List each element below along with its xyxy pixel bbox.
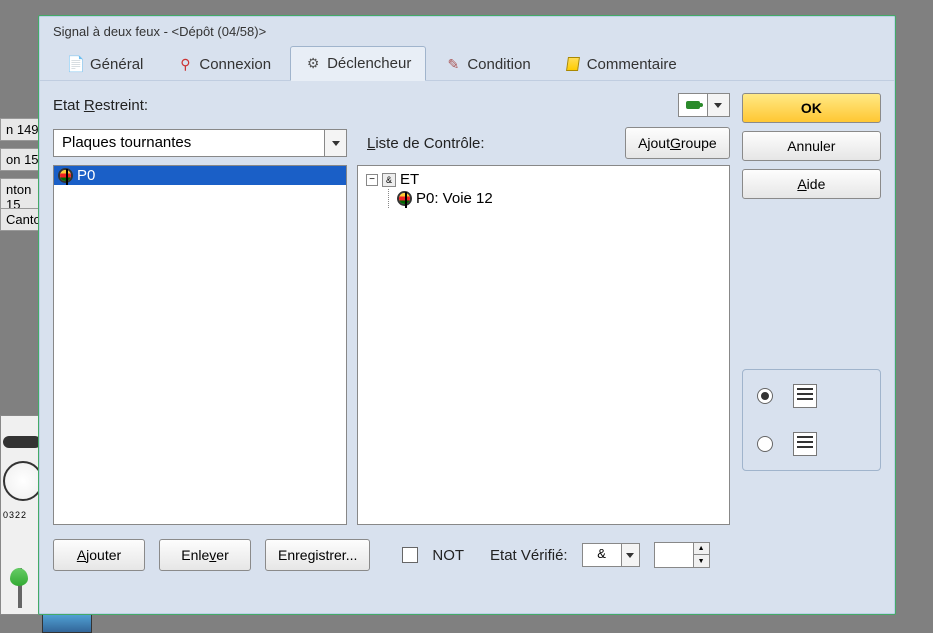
spinner-field[interactable] <box>655 543 693 567</box>
ok-button[interactable]: OK <box>742 93 881 123</box>
combo-value: Plaques tournantes <box>53 129 325 157</box>
flag-icon <box>565 56 581 72</box>
condition-icon: ✎ <box>445 56 461 72</box>
aide-button[interactable]: Aide <box>742 169 881 199</box>
spinner-up-icon[interactable]: ▲ <box>693 543 709 555</box>
tab-label: Général <box>90 56 143 73</box>
enlever-button[interactable]: Enlever <box>159 539 251 571</box>
and-operator-icon: & <box>382 173 396 187</box>
dropdown-arrow-icon[interactable] <box>622 543 640 567</box>
tab-bar: 📄 Général ⚲ Connexion ⚙ Déclencheur ✎ Co… <box>39 45 895 81</box>
plug-icon: ⚲ <box>177 56 193 72</box>
gear-icon: ⚙ <box>305 56 321 72</box>
dialog-title: Signal à deux feux - <Dépôt (04/58)> <box>39 16 895 45</box>
etat-restreint-label: Etat Restreint: <box>53 97 148 114</box>
spinner-down-icon[interactable]: ▼ <box>693 555 709 567</box>
turntable-icon <box>58 168 73 183</box>
tab-label: Commentaire <box>587 56 677 73</box>
not-label: NOT <box>432 547 464 564</box>
signal-dialog: Signal à deux feux - <Dépôt (04/58)> 📄 G… <box>38 15 896 615</box>
multi-list-icon <box>793 432 817 456</box>
tree-child-node[interactable]: P0: Voie 12 <box>397 189 721 208</box>
annuler-button[interactable]: Annuler <box>742 131 881 161</box>
tree-node-label: ET <box>400 171 419 188</box>
value-spinner[interactable]: ▲ ▼ <box>654 542 710 568</box>
category-combo[interactable]: Plaques tournantes <box>53 129 347 157</box>
liste-controle-label: Liste de Contrôle: <box>367 135 485 152</box>
available-items-list[interactable]: P0 <box>53 165 347 525</box>
ajout-groupe-button[interactable]: Ajout Groupe <box>625 127 730 159</box>
green-signal-icon <box>686 101 700 109</box>
tree-root-node[interactable]: − & ET <box>366 170 721 189</box>
tab-commentaire[interactable]: Commentaire <box>550 46 692 81</box>
page-icon: 📄 <box>68 56 84 72</box>
tab-label: Condition <box>467 56 530 73</box>
tab-label: Connexion <box>199 56 271 73</box>
ajouter-button[interactable]: Ajouter <box>53 539 145 571</box>
scope-single-radio[interactable] <box>757 388 773 404</box>
etat-restreint-select[interactable] <box>678 93 730 117</box>
tab-declencheur[interactable]: ⚙ Déclencheur <box>290 46 426 81</box>
tree-node-label: P0: Voie 12 <box>416 190 493 207</box>
tab-general[interactable]: 📄 Général <box>53 46 158 81</box>
list-item[interactable]: P0 <box>54 166 346 185</box>
apply-scope-panel <box>742 369 881 471</box>
not-checkbox[interactable] <box>402 547 418 563</box>
collapse-icon[interactable]: − <box>366 174 378 186</box>
tab-condition[interactable]: ✎ Condition <box>430 46 545 81</box>
single-list-icon <box>793 384 817 408</box>
tab-connexion[interactable]: ⚲ Connexion <box>162 46 286 81</box>
combo-value: & <box>582 543 622 567</box>
bg-slider <box>10 568 30 608</box>
scope-all-radio[interactable] <box>757 436 773 452</box>
tab-label: Déclencheur <box>327 55 411 72</box>
etat-verifie-label: Etat Vérifié: <box>490 547 568 564</box>
control-list-tree[interactable]: − & ET P0: Voie 12 <box>357 165 730 525</box>
dropdown-arrow-icon[interactable] <box>708 93 730 117</box>
etat-verifie-combo[interactable]: & <box>582 543 640 567</box>
signal-state-display <box>678 93 708 117</box>
turntable-icon <box>397 191 412 206</box>
dropdown-arrow-icon[interactable] <box>325 129 347 157</box>
enregistrer-button[interactable]: Enregistrer... <box>265 539 370 571</box>
list-item-label: P0 <box>77 167 95 184</box>
